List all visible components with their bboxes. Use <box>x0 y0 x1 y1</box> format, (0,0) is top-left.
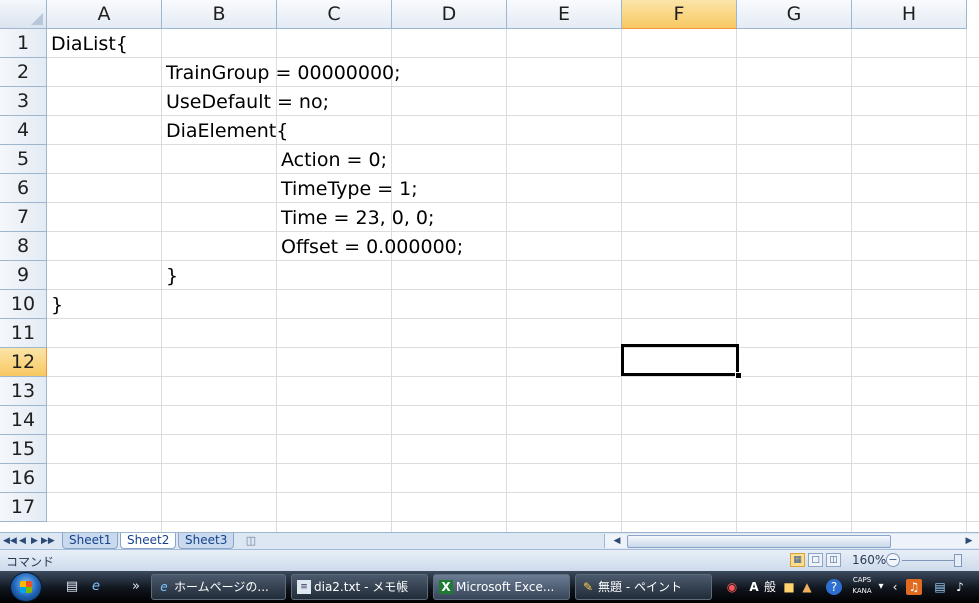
column-header-c[interactable]: C <box>277 0 392 29</box>
row-header-1[interactable]: 1 <box>0 29 47 58</box>
select-all-corner[interactable] <box>0 0 47 29</box>
volume-icon[interactable]: ♪ <box>952 579 968 595</box>
taskbar-button-notepad[interactable]: ≡ dia2.txt - メモ帳 <box>291 574 428 600</box>
ime-mode-indicator[interactable]: A <box>748 579 760 595</box>
taskbar: ▤ e » e ホームページの... ≡ dia2.txt - メモ帳 X Mi… <box>0 571 979 603</box>
column-header-e[interactable]: E <box>507 0 622 29</box>
active-cell-F12[interactable] <box>621 344 742 379</box>
zoom-slider-thumb[interactable] <box>954 554 962 567</box>
taskbar-label-paint: 無題 - ペイント <box>598 580 682 594</box>
cell-C8[interactable]: Offset = 0.000000; <box>277 232 877 261</box>
row-header-6[interactable]: 6 <box>0 174 47 203</box>
last-sheet-icon[interactable]: ▶▶ <box>41 534 55 548</box>
network-icon[interactable]: ▤ <box>932 579 948 595</box>
column-header-a[interactable]: A <box>47 0 162 29</box>
column-header-f[interactable]: F <box>622 0 737 29</box>
grid-line-horizontal <box>47 376 979 377</box>
row-header-13[interactable]: 13 <box>0 377 47 406</box>
ime-options-icon[interactable]: ▾ <box>876 579 886 595</box>
cell-A10[interactable]: } <box>47 290 647 319</box>
grid-line-horizontal <box>47 405 979 406</box>
grid-line-horizontal <box>47 521 979 522</box>
row-header-9[interactable]: 9 <box>0 261 47 290</box>
scrollbar-thumb[interactable] <box>627 535 891 548</box>
taskbar-label-notepad: dia2.txt - メモ帳 <box>314 580 409 594</box>
column-header-h[interactable]: H <box>852 0 967 29</box>
row-header-4[interactable]: 4 <box>0 116 47 145</box>
row-header-3[interactable]: 3 <box>0 87 47 116</box>
page-layout-view-icon[interactable]: □ <box>808 553 823 567</box>
taskbar-button-ie[interactable]: e ホームページの... <box>151 574 286 600</box>
grid-line-horizontal <box>47 492 979 493</box>
page-break-view-icon[interactable]: ◫ <box>826 553 841 567</box>
tray-app-icon[interactable]: ♫ <box>906 579 922 595</box>
grid-line-horizontal <box>47 434 979 435</box>
taskbar-button-excel[interactable]: X Microsoft Exce... <box>433 574 570 600</box>
tray-expand-icon[interactable]: ‹ <box>890 579 900 595</box>
kana-indicator: KANA <box>852 587 872 595</box>
zoom-out-icon[interactable]: − <box>886 553 900 567</box>
grid-line-horizontal <box>47 347 979 348</box>
cell-B4[interactable]: DiaElement{ <box>162 116 762 145</box>
next-sheet-icon[interactable]: ▶ <box>29 534 40 548</box>
column-header-d[interactable]: D <box>392 0 507 29</box>
row-header-11[interactable]: 11 <box>0 319 47 348</box>
ime-label[interactable]: 般 <box>762 579 778 595</box>
grid-line-vertical <box>851 29 852 532</box>
caps-indicator: CAPS <box>852 576 872 584</box>
show-desktop-icon[interactable]: ▤ <box>64 579 80 595</box>
quicklaunch-more-icon[interactable]: » <box>128 579 144 595</box>
grid-line-vertical <box>966 29 967 532</box>
row-header-15[interactable]: 15 <box>0 435 47 464</box>
excel-icon: X <box>439 580 453 594</box>
cell-C5[interactable]: Action = 0; <box>277 145 877 174</box>
prev-sheet-icon[interactable]: ◀ <box>17 534 28 548</box>
ime-pad-icon[interactable]: ■ <box>782 579 796 595</box>
horizontal-scrollbar[interactable]: ◀ ▶ <box>604 534 979 548</box>
cell-A1[interactable]: DiaList{ <box>47 29 647 58</box>
scroll-right-icon[interactable]: ▶ <box>963 534 975 548</box>
insert-sheet-icon[interactable]: ◫ <box>240 534 262 548</box>
ime-toolbar-icon[interactable]: ◉ <box>724 579 740 595</box>
sheet-tab-sheet3[interactable]: Sheet3 <box>178 533 235 549</box>
taskbar-label-ie: ホームページの... <box>174 580 269 594</box>
column-header-b[interactable]: B <box>162 0 277 29</box>
row-header-10[interactable]: 10 <box>0 290 47 319</box>
cell-C7[interactable]: Time = 23, 0, 0; <box>277 203 877 232</box>
taskbar-button-paint[interactable]: ✎ 無題 - ペイント <box>575 574 712 600</box>
paint-icon: ✎ <box>582 580 594 594</box>
cell-B3[interactable]: UseDefault = no; <box>162 87 762 116</box>
ie-quicklaunch-icon[interactable]: e <box>88 579 104 595</box>
zoom-slider-track[interactable] <box>902 560 962 561</box>
spreadsheet-grid[interactable]: ABCDEFGH 1 2 3 4 5 6 7 8 9 10 11 12 13 14 15 16 17 DiaLi… <box>0 0 979 532</box>
row-header-16[interactable]: 16 <box>0 464 47 493</box>
row-header-8[interactable]: 8 <box>0 232 47 261</box>
status-mode: コマンド <box>6 555 55 569</box>
row-header-14[interactable]: 14 <box>0 406 47 435</box>
scroll-left-icon[interactable]: ◀ <box>611 534 623 548</box>
column-header-g[interactable]: G <box>737 0 852 29</box>
sheet-tab-bar: ◀◀ ◀ ▶ ▶▶ Sheet1 Sheet2 Sheet3 ◫ ◀ ▶ <box>0 532 979 549</box>
help-icon[interactable]: ? <box>826 579 842 595</box>
taskbar-label-excel: Microsoft Exce... <box>456 580 555 594</box>
first-sheet-icon[interactable]: ◀◀ <box>3 534 17 548</box>
notepad-icon: ≡ <box>297 580 311 594</box>
zoom-level[interactable]: 160% <box>852 553 886 567</box>
cell-C6[interactable]: TimeType = 1; <box>277 174 877 203</box>
row-header-17[interactable]: 17 <box>0 493 47 522</box>
row-header-12[interactable]: 12 <box>0 348 47 377</box>
row-header-5[interactable]: 5 <box>0 145 47 174</box>
cell-B2[interactable]: TrainGroup = 00000000; <box>162 58 762 87</box>
row-header-2[interactable]: 2 <box>0 58 47 87</box>
cell-B9[interactable]: } <box>162 261 762 290</box>
start-button[interactable] <box>10 572 42 602</box>
normal-view-icon[interactable]: ▦ <box>790 553 805 567</box>
status-bar: コマンド ▦ □ ◫ 160% − <box>0 549 979 571</box>
ime-dictionary-icon[interactable]: ▲ <box>800 579 814 595</box>
row-header-7[interactable]: 7 <box>0 203 47 232</box>
sheet-tab-sheet1[interactable]: Sheet1 <box>62 533 119 549</box>
grid-line-horizontal <box>47 463 979 464</box>
ie-icon: e <box>160 580 168 594</box>
sheet-tab-sheet2[interactable]: Sheet2 <box>120 533 177 549</box>
